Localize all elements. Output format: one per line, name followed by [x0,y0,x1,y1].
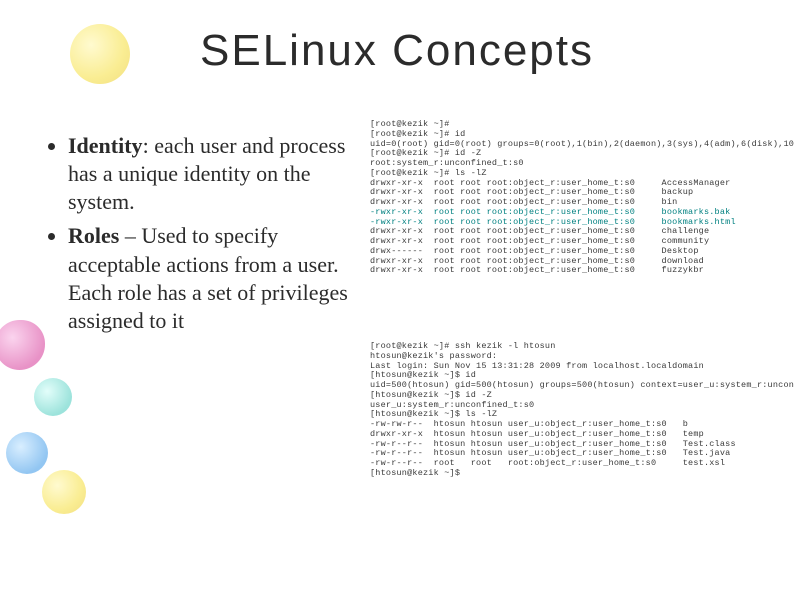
bullet-label: Identity [68,133,143,158]
terminal-output-root: [root@kezik ~]#[root@kezik ~]# iduid=0(r… [370,120,780,276]
decoration-circle [0,320,45,370]
bullet-item-roles: Roles – Used to specify acceptable actio… [68,222,360,335]
terminal-line: drwxr-xr-x root root root:object_r:user_… [370,266,780,276]
decoration-circle [6,432,48,474]
bullet-label: Roles [68,223,119,248]
bullet-item-identity: Identity: each user and process has a un… [68,132,360,216]
terminal-line: [htosun@kezik ~]$ [370,469,780,479]
bullet-list: Identity: each user and process has a un… [50,132,360,335]
bullet-list-container: Identity: each user and process has a un… [50,132,360,341]
slide-title: SELinux Concepts [0,26,794,76]
decoration-circle [42,470,86,514]
bullet-sep: – [119,223,141,248]
bullet-sep: : [143,133,155,158]
terminal-output-user: [root@kezik ~]# ssh kezik -l htosunhtosu… [370,342,780,479]
decoration-circle [34,378,72,416]
